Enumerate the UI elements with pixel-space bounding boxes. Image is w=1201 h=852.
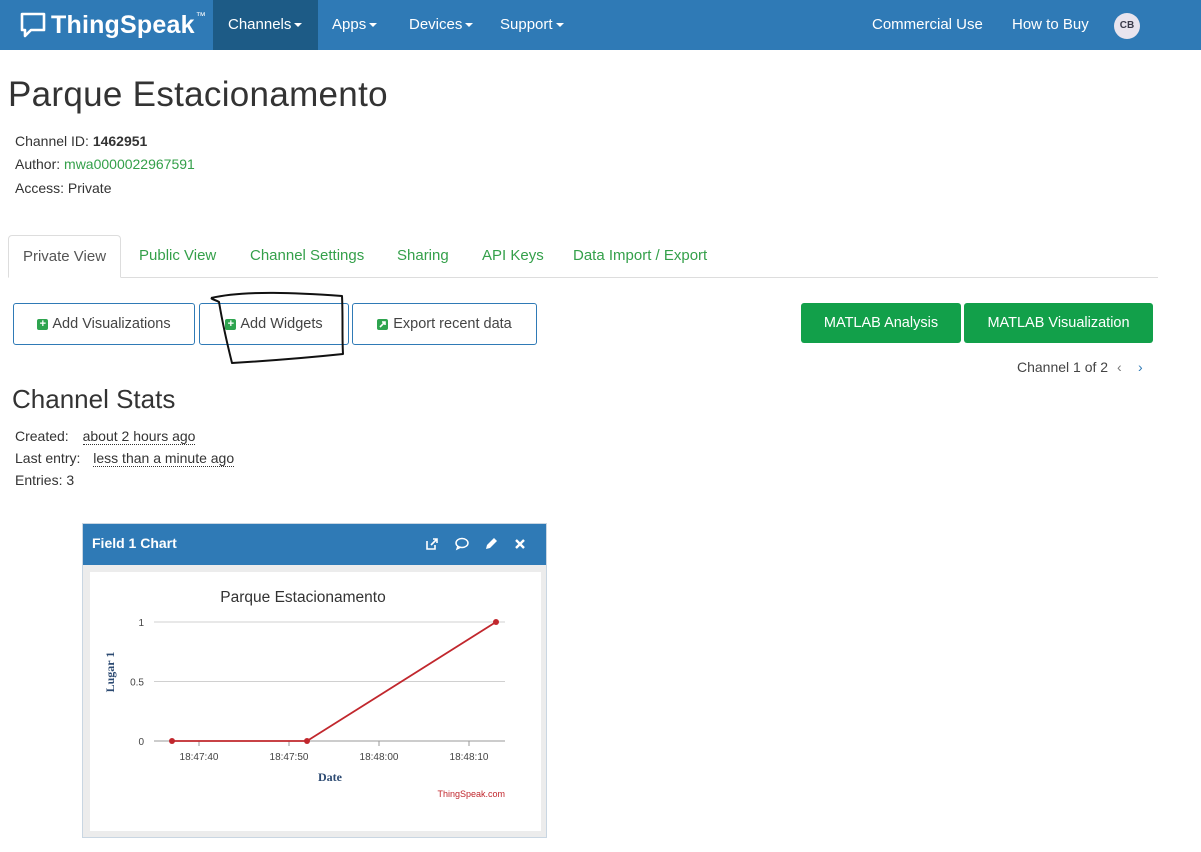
chart-grid	[154, 621, 505, 742]
channel-access: Access: Private	[15, 180, 112, 196]
add-visualizations-label: Add Visualizations	[52, 316, 171, 332]
thingspeak-logo[interactable]: ThingSpeak ™	[19, 9, 206, 41]
line-chart: Parque Estacionamento 00.51 18:47:40 18:4…	[103, 589, 505, 799]
nav-devices[interactable]: Devices	[409, 0, 474, 50]
tab-public-view[interactable]: Public View	[139, 235, 216, 278]
brand-trademark: ™	[195, 10, 206, 22]
nav-channels[interactable]: Channels	[213, 0, 318, 50]
widget-title: Field 1 Chart	[92, 535, 177, 551]
x-tick-label: 18:47:50	[270, 752, 309, 763]
user-avatar[interactable]: CB	[1114, 13, 1140, 39]
tab-data-import-export[interactable]: Data Import / Export	[573, 235, 707, 278]
chevron-down-icon	[465, 23, 474, 28]
channel-pager: Channel 1 of 2	[1017, 359, 1109, 375]
top-navbar: ThingSpeak ™ Channels Apps Devices Suppo…	[0, 0, 1201, 50]
plus-icon: +	[37, 318, 49, 330]
hand-drawn-annotation	[210, 291, 344, 364]
nav-devices-label: Devices	[409, 16, 463, 33]
chevron-down-icon	[369, 23, 378, 28]
x-tick-label: 18:47:40	[180, 752, 219, 763]
channel-stats-title: Channel Stats	[12, 384, 176, 414]
widget-header: Field 1 Chart	[83, 524, 546, 565]
close-icon[interactable]	[511, 535, 529, 553]
page-title: Parque Estacionamento	[8, 75, 388, 114]
pencil-icon[interactable]	[482, 535, 500, 553]
matlab-visualization-button[interactable]: MATLAB Visualization	[964, 303, 1153, 343]
x-tick-label: 18:48:10	[450, 752, 489, 763]
tab-api-keys[interactable]: API Keys	[482, 235, 544, 278]
chevron-down-icon	[555, 23, 564, 28]
chart-title: Parque Estacionamento	[220, 589, 385, 606]
nav-support-label: Support	[500, 16, 553, 33]
last-entry-value: less than a minute ago	[93, 450, 235, 467]
export-recent-data-button[interactable]: Export recent data	[352, 303, 537, 345]
channel-author: Author: mwa0000022967591	[15, 156, 195, 172]
tab-private-view[interactable]: Private View	[8, 235, 121, 278]
y-axis-ticks: 00.51	[130, 618, 144, 748]
add-visualizations-button[interactable]: + Add Visualizations	[13, 303, 195, 345]
nav-apps-label: Apps	[332, 16, 367, 33]
last-entry-label: Last entry:	[15, 450, 81, 466]
x-axis-label: Date	[318, 770, 343, 784]
tab-sharing[interactable]: Sharing	[397, 235, 449, 278]
x-tick-label: 18:48:00	[360, 752, 399, 763]
x-axis-ticks: 18:47:40 18:47:50 18:48:00 18:48:10	[180, 741, 489, 763]
nav-how-to-buy[interactable]: How to Buy	[1012, 0, 1089, 50]
chart-credit[interactable]: ThingSpeak.com	[437, 789, 505, 799]
channel-id: Channel ID: 1462951	[15, 133, 147, 149]
stat-entries: Entries: 3	[15, 472, 75, 488]
nav-apps[interactable]: Apps	[332, 0, 378, 50]
comment-icon[interactable]	[453, 535, 471, 553]
external-link-icon[interactable]	[423, 535, 441, 553]
tab-channel-settings[interactable]: Channel Settings	[250, 235, 364, 278]
y-tick-label: 0	[138, 737, 144, 748]
created-value: about 2 hours ago	[82, 428, 196, 445]
data-point[interactable]	[493, 619, 499, 625]
chart-area: Parque Estacionamento 0 0.5 1 18:47:40 18:4…	[90, 572, 541, 831]
author-link[interactable]: mwa0000022967591	[64, 156, 195, 172]
brand-name: ThingSpeak	[51, 10, 195, 39]
data-point[interactable]	[304, 738, 310, 744]
speech-bubble-icon	[20, 12, 46, 38]
stat-last-entry: Last entry: less than a minute ago	[15, 450, 235, 467]
chevron-right-icon[interactable]: ›	[1138, 359, 1143, 375]
external-link-icon	[377, 318, 389, 330]
y-tick-label: 0.5	[130, 678, 144, 689]
nav-support[interactable]: Support	[500, 0, 564, 50]
matlab-analysis-button[interactable]: MATLAB Analysis	[801, 303, 961, 343]
nav-channels-label: Channels	[228, 16, 292, 33]
y-tick-label: 1	[138, 618, 144, 629]
created-label: Created:	[15, 428, 69, 444]
field-1-chart-widget: Field 1 Chart Parque Estacionamento 0 0.5…	[82, 523, 547, 838]
nav-commercial-use[interactable]: Commercial Use	[872, 0, 983, 50]
data-point[interactable]	[169, 738, 175, 744]
chevron-down-icon	[294, 23, 303, 28]
stat-created: Created: about 2 hours ago	[15, 428, 196, 445]
export-recent-data-label: Export recent data	[393, 316, 512, 332]
channel-id-label: Channel ID:	[15, 133, 89, 149]
y-axis-label: Lugar 1	[103, 652, 117, 693]
channel-id-value: 1462951	[92, 133, 148, 149]
author-label: Author:	[15, 156, 61, 172]
chevron-left-icon[interactable]: ‹	[1117, 359, 1122, 375]
